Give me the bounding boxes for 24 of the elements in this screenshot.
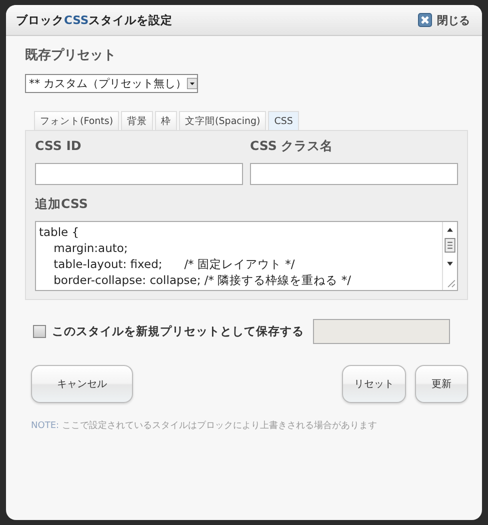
note-text: ここで設定されているスタイルはブロックにより上書きされる場合があります xyxy=(62,421,378,431)
window-title: ブロック CSSスタイルを設定 xyxy=(16,12,173,28)
scrollbar[interactable] xyxy=(442,222,457,290)
css-id-label: CSS ID xyxy=(35,137,82,155)
tab[interactable]: 文字間(Spacing) xyxy=(179,111,266,130)
reset-button[interactable]: リセット xyxy=(342,365,406,403)
tab[interactable]: フォント(Fonts) xyxy=(34,111,120,130)
note-label: NOTE: xyxy=(31,421,60,431)
css-class-label: CSS クラス名 xyxy=(250,137,334,155)
tab[interactable]: 背景 xyxy=(121,111,154,130)
update-button[interactable]: 更新 xyxy=(415,365,468,403)
custom-css-label: 追加CSS xyxy=(35,195,89,213)
tab[interactable]: 枠 xyxy=(155,111,178,130)
custom-css-field[interactable]: table { margin:auto; table-layout: fixed; /* 固定レイアウト */ border-collapse: collapse; /* 隣接する枠線を重ねる */ xyxy=(35,221,458,291)
save-preset-label: このスタイルを新規プリセットとして保存する xyxy=(52,324,304,339)
save-preset-checkbox[interactable] xyxy=(33,325,46,338)
preset-dropdown[interactable]: ** カスタム（プリセット無し） xyxy=(25,74,198,93)
close-icon xyxy=(418,13,432,27)
css-class-field[interactable] xyxy=(250,163,458,185)
css-id-field[interactable] xyxy=(35,163,243,185)
tab[interactable]: CSS xyxy=(268,111,299,130)
close-button[interactable]: 閉じる xyxy=(416,10,472,30)
preset-label: 既存プリセット xyxy=(25,46,117,64)
cancel-button[interactable]: キャンセル xyxy=(31,365,133,403)
